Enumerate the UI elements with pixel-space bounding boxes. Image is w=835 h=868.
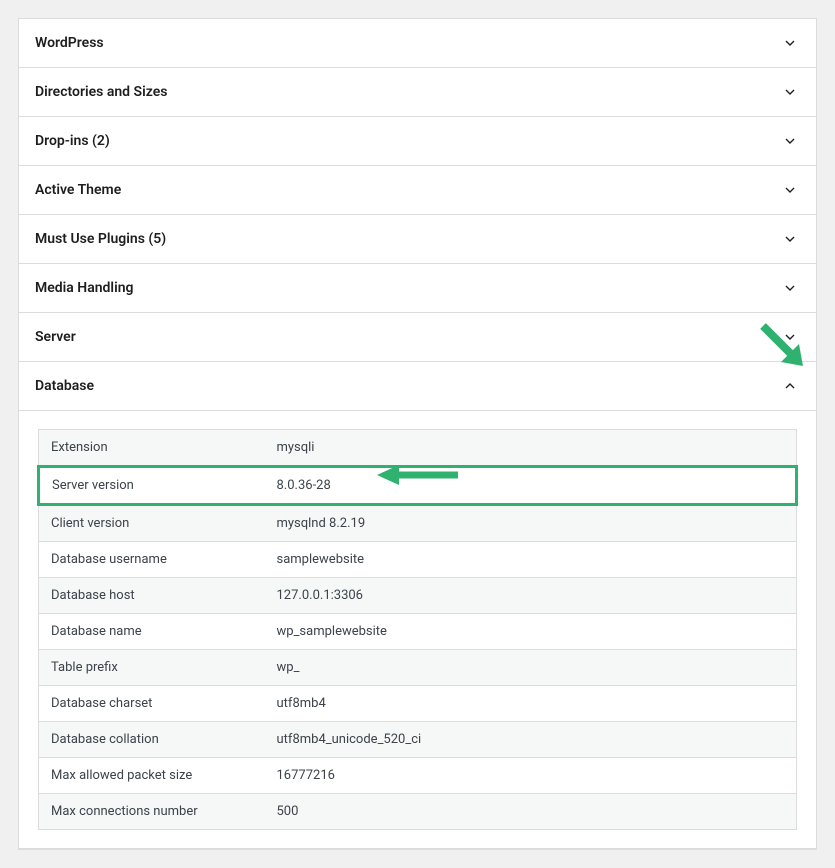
row-label: Database host [39,578,265,614]
panel-active-theme[interactable]: Active Theme [19,166,816,215]
panel-must-use-plugins[interactable]: Must Use Plugins (5) [19,215,816,264]
panel-server[interactable]: Server [19,313,816,362]
chevron-down-icon [780,180,800,200]
panel-title: Media Handling [35,280,134,296]
panel-wordpress[interactable]: WordPress [19,19,816,68]
row-value: wp_samplewebsite [265,614,797,650]
panel-title: Server [35,329,76,345]
panel-title: Drop-ins (2) [35,133,110,149]
row-value: 127.0.0.1:3306 [265,578,797,614]
database-table: Extension mysqli Server version 8.0.36-2… [37,429,798,830]
row-value: utf8mb4 [265,686,797,722]
panel-database-body: Extension mysqli Server version 8.0.36-2… [19,411,816,849]
panel-media-handling[interactable]: Media Handling [19,264,816,313]
row-label: Database charset [39,686,265,722]
chevron-down-icon [780,82,800,102]
row-value: 500 [265,794,797,830]
row-label: Max connections number [39,794,265,830]
table-row: Database host 127.0.0.1:3306 [39,578,797,614]
panel-title: WordPress [35,35,104,51]
chevron-down-icon [780,229,800,249]
panel-title: Directories and Sizes [35,84,167,100]
table-row: Database name wp_samplewebsite [39,614,797,650]
chevron-down-icon [780,278,800,298]
table-row: Max connections number 500 [39,794,797,830]
table-row: Database collation utf8mb4_unicode_520_c… [39,722,797,758]
table-row: Table prefix wp_ [39,650,797,686]
table-row: Client version mysqlnd 8.2.19 [39,505,797,542]
row-label: Server version [39,467,265,505]
row-value: wp_ [265,650,797,686]
row-value: samplewebsite [265,542,797,578]
panel-title: Must Use Plugins (5) [35,231,166,247]
row-value: mysqlnd 8.2.19 [265,505,797,542]
panel-directories[interactable]: Directories and Sizes [19,68,816,117]
table-row: Database charset utf8mb4 [39,686,797,722]
row-label: Table prefix [39,650,265,686]
chevron-down-icon [780,131,800,151]
table-row: Extension mysqli [39,430,797,467]
chevron-down-icon [780,327,800,347]
table-row: Database username samplewebsite [39,542,797,578]
row-label: Database collation [39,722,265,758]
table-row: Max allowed packet size 16777216 [39,758,797,794]
panel-title: Active Theme [35,182,121,198]
row-value: mysqli [265,430,797,467]
panel-database[interactable]: Database [19,362,816,411]
chevron-up-icon [780,376,800,396]
row-value: 8.0.36-28 [265,467,797,505]
chevron-down-icon [780,33,800,53]
row-label: Database username [39,542,265,578]
table-row-highlighted: Server version 8.0.36-28 [39,467,797,505]
row-value: 16777216 [265,758,797,794]
site-health-panels: WordPress Directories and Sizes Drop-ins… [18,18,817,850]
panel-title: Database [35,378,94,394]
row-label: Extension [39,430,265,467]
row-label: Database name [39,614,265,650]
panel-dropins[interactable]: Drop-ins (2) [19,117,816,166]
row-label: Client version [39,505,265,542]
row-label: Max allowed packet size [39,758,265,794]
row-value: utf8mb4_unicode_520_ci [265,722,797,758]
